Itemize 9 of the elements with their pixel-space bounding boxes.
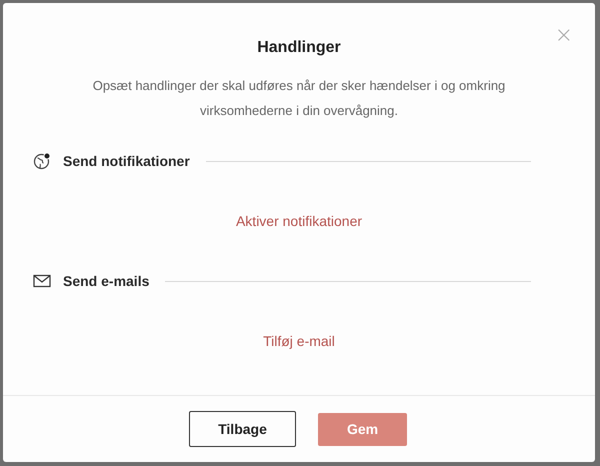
section-title: Send e-mails	[63, 273, 150, 289]
back-button[interactable]: Tilbage	[189, 411, 296, 447]
globe-icon	[33, 152, 51, 170]
section-title: Send notifikationer	[63, 153, 190, 169]
dialog-description: Opsæt handlinger der skal udføres når der sker hændelser i og omkring virksomhederne i din overvågning.	[92, 77, 506, 120]
envelope-icon	[33, 274, 51, 288]
dialog-title: Handlinger	[256, 39, 342, 57]
action-link[interactable]: Tilføj e-mail	[263, 333, 335, 349]
action-link[interactable]: Aktiver notifikationer	[236, 213, 362, 229]
